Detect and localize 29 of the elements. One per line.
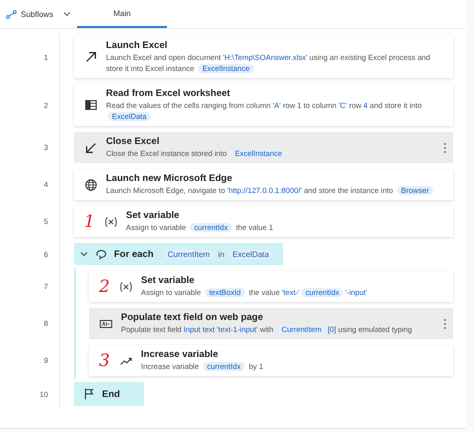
- step-title: Increase variable: [141, 349, 220, 360]
- end-block[interactable]: End: [74, 382, 144, 406]
- table-icon: [84, 98, 98, 112]
- flag-icon: [82, 387, 96, 401]
- variable-icon: [119, 280, 133, 294]
- loop-header[interactable]: For each CurrentItem in ExcelData: [74, 243, 283, 265]
- chevron-icon: [63, 11, 71, 17]
- loop-icon: [94, 247, 108, 261]
- step-title: Set variable: [126, 210, 180, 221]
- arrow-icon: [84, 140, 98, 154]
- handwritten-number: 1: [84, 212, 96, 232]
- step-title: For each: [114, 248, 154, 260]
- step-title: Launch Excel: [106, 40, 168, 51]
- arrow-icon: [84, 50, 98, 64]
- more-icon[interactable]: [443, 142, 447, 154]
- handwritten-number: 3: [99, 350, 111, 370]
- step-title: Read from Excel worksheet: [106, 88, 232, 99]
- step-title: Set variable: [141, 275, 196, 286]
- chevron-icon[interactable]: [80, 250, 88, 258]
- step-title: Close Excel: [106, 136, 160, 147]
- step-title: Launch new Microsoft Edge: [106, 173, 234, 184]
- globe-icon: [84, 178, 98, 192]
- more-icon[interactable]: [443, 318, 447, 330]
- handwritten-number: 2: [99, 276, 111, 296]
- step-title: End: [102, 388, 120, 400]
- loop-description: CurrentItem in ExcelData: [162, 250, 275, 258]
- step-title: Populate text field on web page: [121, 312, 264, 323]
- subflow-icon: [6, 10, 17, 18]
- variable-icon: [104, 214, 118, 228]
